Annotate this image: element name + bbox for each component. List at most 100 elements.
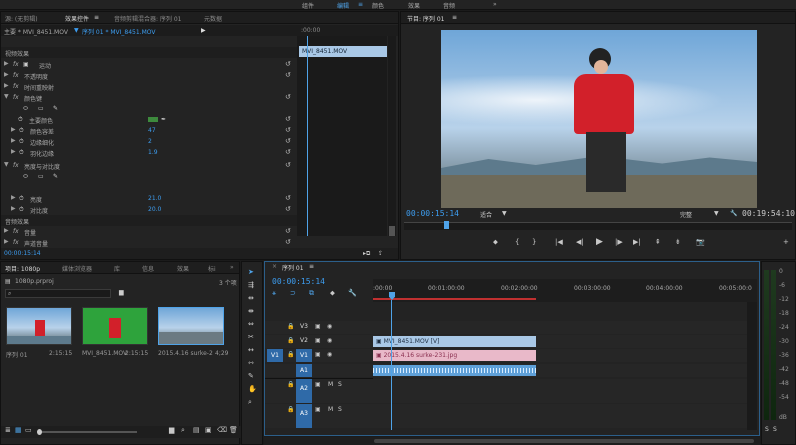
reset-icon[interactable]: ↺ xyxy=(285,93,291,101)
folder-footer-icon[interactable]: ▤ xyxy=(193,426,200,434)
slide-icon[interactable]: ⇿ xyxy=(248,359,254,367)
clip-sequence[interactable]: 序列 01 * MVI_8451.MOV xyxy=(82,27,155,36)
expand-icon[interactable]: ▶ xyxy=(11,194,16,201)
camera-icon[interactable]: 📷 xyxy=(696,238,705,246)
ellipse-mask-icon[interactable]: ⬭ xyxy=(23,105,28,113)
freeform-icon[interactable]: ▭ xyxy=(25,426,32,434)
timeline-title[interactable]: 序列 01 xyxy=(282,263,304,272)
prop-row-tolerance[interactable]: ▶ ⏱ 颜色容差 47 ↺ xyxy=(1,125,297,136)
clear-icon[interactable]: ⌫ xyxy=(217,426,227,434)
zoom-slider[interactable] xyxy=(37,429,137,435)
reset-icon[interactable]: ↺ xyxy=(285,115,291,123)
stopwatch-icon[interactable]: ⏱ xyxy=(19,195,24,203)
prop-value[interactable]: 21.0 xyxy=(148,195,161,202)
step-back-icon[interactable]: ◀| xyxy=(576,238,584,246)
prop-row-key-color[interactable]: ⏱ 主要颜色 ✒ ↺ xyxy=(1,114,297,125)
prop-row-feather[interactable]: ▶ ⏱ 羽化边缘 1.9 ↺ xyxy=(1,147,297,158)
pen-tool-icon[interactable]: ✎ xyxy=(248,372,254,380)
reset-icon[interactable]: ↺ xyxy=(285,238,291,246)
play-icon[interactable]: ▶ xyxy=(596,237,603,247)
reset-icon[interactable]: ↺ xyxy=(285,205,291,213)
meter-solo-right[interactable]: S xyxy=(773,426,777,433)
sync-icon[interactable]: ▣ xyxy=(315,323,321,330)
workspace-audio[interactable]: 音频 xyxy=(443,1,455,10)
reset-icon[interactable]: ↺ xyxy=(285,148,291,156)
effect-row-color-key[interactable]: ▼ fx 颜色键 ↺ xyxy=(1,92,297,103)
track-label[interactable]: A1 xyxy=(296,364,312,377)
thumb-sequence[interactable] xyxy=(6,307,72,345)
prop-value[interactable]: 20.0 xyxy=(148,206,161,213)
tab-effects[interactable]: 效果 xyxy=(177,264,189,273)
stopwatch-icon[interactable]: ⏱ xyxy=(19,127,24,135)
export-icon[interactable]: ⇪ xyxy=(378,250,383,257)
effect-row-channel-volume[interactable]: ▶ fx 声道音量 ↺ xyxy=(1,237,297,248)
rectangle-mask-icon[interactable]: ▭ xyxy=(38,105,44,112)
expand-icon[interactable]: ▶ xyxy=(11,137,16,144)
reset-icon[interactable]: ↺ xyxy=(285,60,291,68)
trash-icon[interactable]: 🗑 xyxy=(229,426,238,434)
chevron-down-icon[interactable]: ▼ xyxy=(502,210,507,217)
eye-icon[interactable]: ◉ xyxy=(327,323,332,330)
program-playhead[interactable] xyxy=(444,221,449,229)
program-timecode[interactable]: 00:00:15:14 xyxy=(406,209,459,218)
mute-button[interactable]: M xyxy=(328,381,333,388)
sync-icon[interactable]: ▣ xyxy=(315,351,321,358)
prop-row-edge-thin[interactable]: ▶ ⏱ 边缘细化 2 ↺ xyxy=(1,136,297,147)
track-label[interactable]: V1 xyxy=(296,349,312,362)
filter-icon[interactable]: ▸⧉ xyxy=(363,250,370,258)
expand-icon[interactable]: ▶ xyxy=(11,126,16,133)
effect-row-brightness[interactable]: ▼ fx 亮度与对比度 ↺ xyxy=(1,160,297,171)
add-marker-timeline-icon[interactable]: ⬥ xyxy=(330,289,335,298)
chevron-down-icon[interactable]: ▼ xyxy=(714,210,719,217)
tab-menu-icon[interactable]: ≡ xyxy=(94,14,99,21)
wrench-icon[interactable]: 🔧 xyxy=(730,210,737,217)
mini-timeline-clip[interactable]: MVI_8451.MOV xyxy=(299,46,387,57)
lock-icon[interactable]: 🔒 xyxy=(287,381,294,388)
lock-icon[interactable]: 🔒 xyxy=(287,406,294,413)
mini-playhead[interactable] xyxy=(307,36,308,236)
key-color-swatch[interactable] xyxy=(148,117,158,122)
wrench-timeline-icon[interactable]: 🔧 xyxy=(348,289,357,297)
effect-row-volume[interactable]: ▶ fx 音量 ↺ xyxy=(1,226,297,237)
clip-master[interactable]: 主要 * MVI_8451.MOV xyxy=(4,27,68,36)
ripple-edit-icon[interactable]: ⇹ xyxy=(248,294,254,302)
prop-row-brightness[interactable]: ▶ ⏱ 亮度 21.0 ↺ xyxy=(1,193,297,204)
close-icon[interactable]: × xyxy=(272,263,277,270)
workspace-color[interactable]: 颜色 xyxy=(372,1,384,10)
workspace-more-icon[interactable]: » xyxy=(493,1,497,8)
stopwatch-icon[interactable]: ⏱ xyxy=(19,138,24,146)
nest-icon[interactable]: ⚹ xyxy=(272,289,276,298)
linked-selection-icon[interactable]: ⧉ xyxy=(309,289,314,298)
eyedropper-icon[interactable]: ✒ xyxy=(161,116,166,123)
eye-icon[interactable]: ◉ xyxy=(327,351,332,358)
reset-icon[interactable]: ↺ xyxy=(285,194,291,202)
stopwatch-icon[interactable]: ⏱ xyxy=(19,149,24,157)
tab-libraries[interactable]: 库 xyxy=(114,264,120,273)
tab-metadata[interactable]: 元数据 xyxy=(204,14,222,23)
reset-icon[interactable]: ↺ xyxy=(285,126,291,134)
sync-icon[interactable]: ▣ xyxy=(315,406,321,413)
track-v2[interactable]: 🔒 V2 ▣ ◉ ▣ MVI_8451.MOV [V] xyxy=(265,335,757,348)
list-view-icon[interactable]: ≣ xyxy=(5,426,11,434)
lift-icon[interactable]: ⇞ xyxy=(655,238,661,246)
icon-view-icon[interactable]: ▦ xyxy=(15,426,22,434)
reset-icon[interactable]: ↺ xyxy=(285,161,291,169)
expand-icon[interactable]: ▶ xyxy=(11,148,16,155)
tab-media-browser[interactable]: 媒体浏览器 xyxy=(62,264,92,273)
new-bin-icon[interactable]: ▆ xyxy=(119,289,124,296)
timeline-playhead[interactable] xyxy=(391,300,392,430)
lock-icon[interactable]: 🔒 xyxy=(287,323,294,330)
track-a1-header[interactable]: 🔒 A2 ▣ M S xyxy=(265,379,757,403)
ellipse-mask-icon[interactable]: ⬭ xyxy=(23,173,28,181)
program-menu-icon[interactable]: ≡ xyxy=(452,14,457,21)
collapse-icon[interactable]: ▼ xyxy=(4,161,9,168)
timeline-timecode[interactable]: 00:00:15:14 xyxy=(272,277,325,286)
program-scrubber[interactable] xyxy=(404,221,792,230)
track-a1[interactable]: A1 xyxy=(265,364,757,377)
workspace-effects[interactable]: 效果 xyxy=(408,1,420,10)
effect-row-opacity[interactable]: ▶ fx 不透明度 ↺ xyxy=(1,70,297,81)
mini-timeline[interactable]: MVI_8451.MOV xyxy=(297,36,387,236)
search-input[interactable]: ⌕ xyxy=(5,289,111,298)
clip-audio[interactable] xyxy=(373,365,536,376)
extract-icon[interactable]: ⇟ xyxy=(675,238,681,246)
